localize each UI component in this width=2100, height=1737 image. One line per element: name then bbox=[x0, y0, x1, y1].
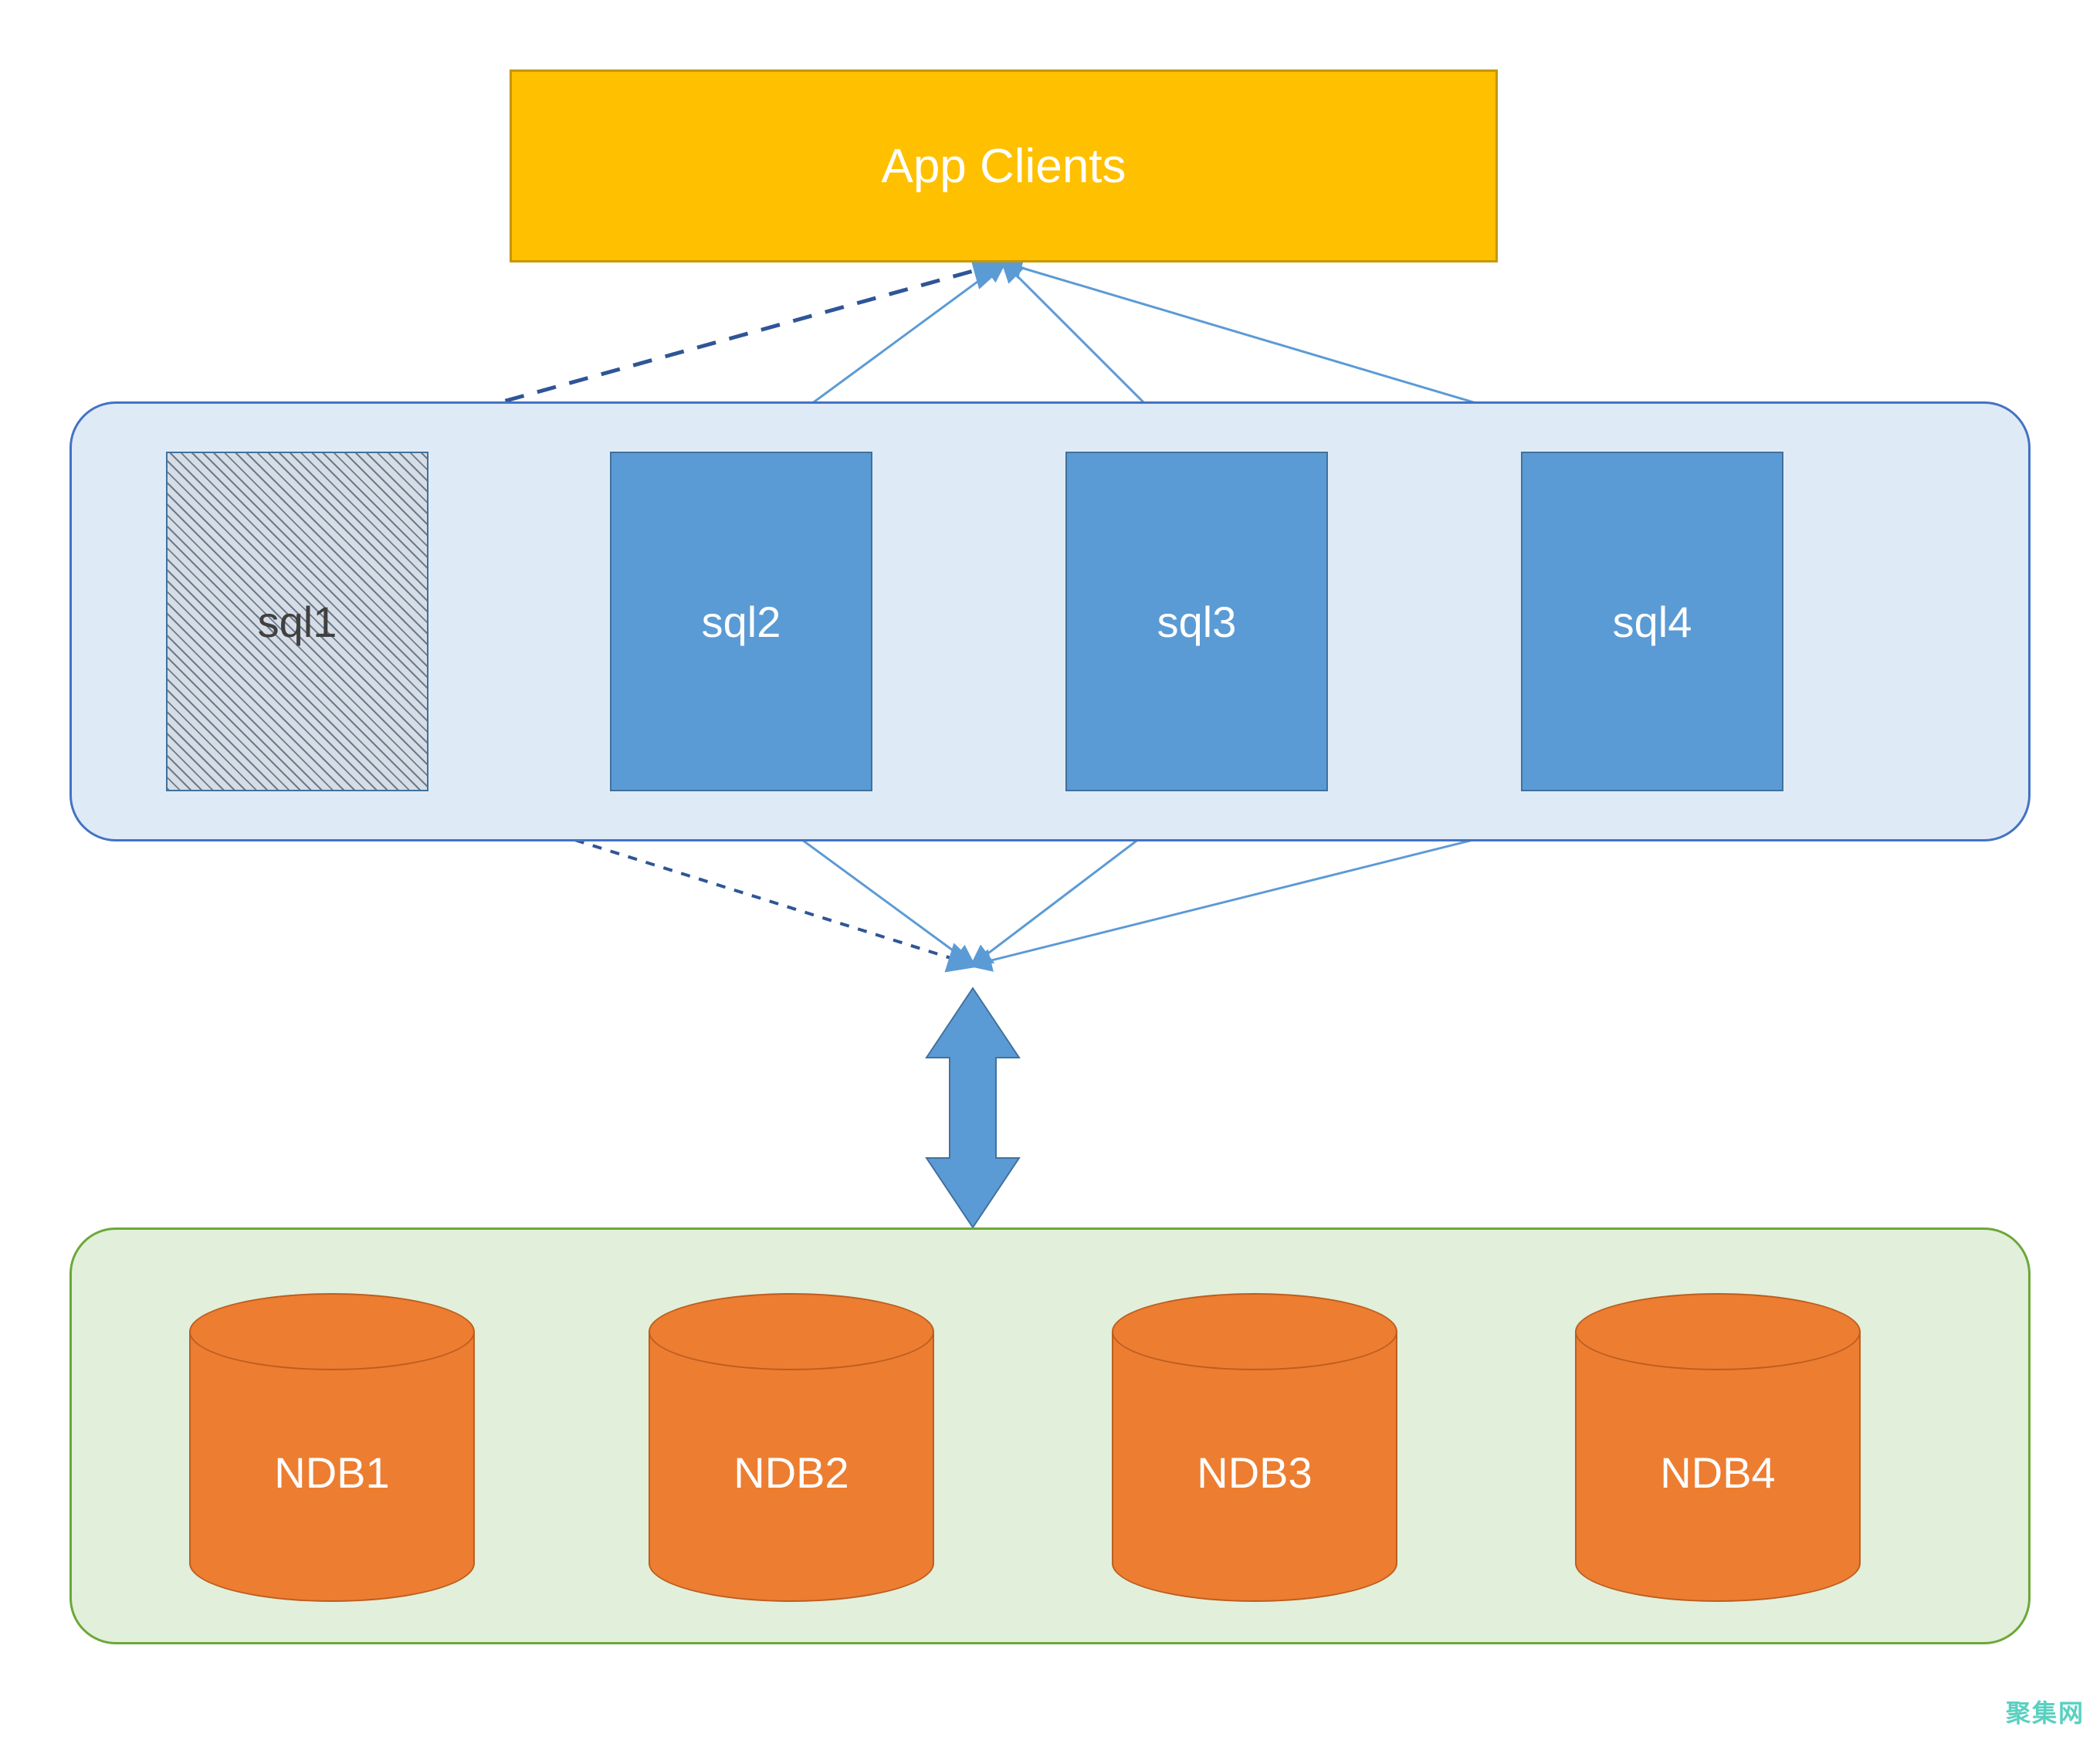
app-clients-box: App Clients bbox=[510, 69, 1498, 262]
sql-node-label: sql1 bbox=[258, 597, 337, 647]
ndb-node-ndb3: NDB3 bbox=[1112, 1293, 1397, 1586]
sql-node-sql2: sql2 bbox=[610, 452, 872, 791]
sql-node-sql3: sql3 bbox=[1065, 452, 1328, 791]
sql-node-sql1: sql1 bbox=[166, 452, 428, 791]
ndb-node-label: NDB1 bbox=[189, 1448, 475, 1498]
ndb-node-ndb1: NDB1 bbox=[189, 1293, 475, 1586]
sql-node-label: sql2 bbox=[702, 597, 781, 647]
ndb-node-label: NDB4 bbox=[1575, 1448, 1861, 1498]
ndb-node-ndb2: NDB2 bbox=[649, 1293, 934, 1586]
bidirectional-arrow-icon bbox=[926, 988, 1019, 1227]
sql-node-sql4: sql4 bbox=[1521, 452, 1783, 791]
sql-node-label: sql3 bbox=[1157, 597, 1237, 647]
app-clients-label: App Clients bbox=[881, 139, 1126, 194]
ndb-node-label: NDB3 bbox=[1112, 1448, 1397, 1498]
ndb-node-ndb4: NDB4 bbox=[1575, 1293, 1861, 1586]
sql-node-label: sql4 bbox=[1613, 597, 1692, 647]
ndb-node-label: NDB2 bbox=[649, 1448, 934, 1498]
watermark-text: 聚集网 bbox=[2006, 1694, 2085, 1729]
